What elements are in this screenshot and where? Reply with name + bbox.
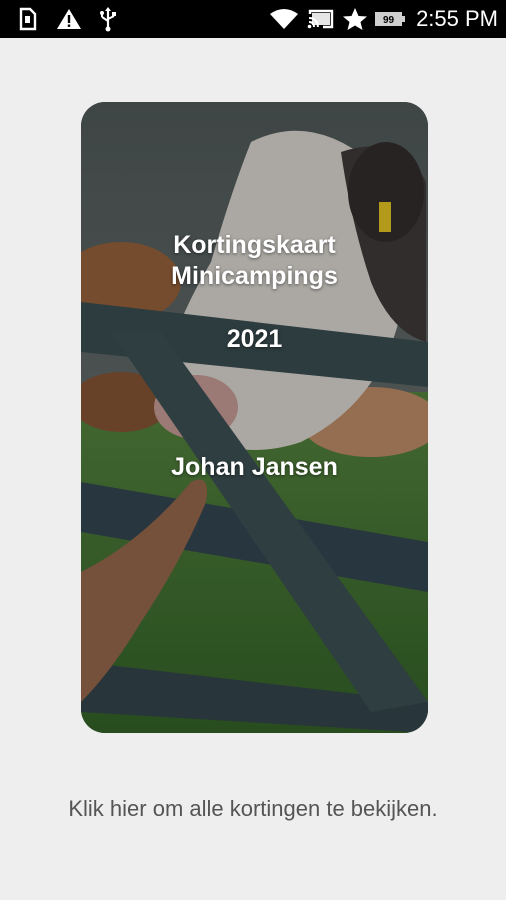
view-discounts-link[interactable]: Klik hier om alle kortingen te bekijken.: [0, 796, 506, 822]
warning-icon: [54, 0, 84, 38]
sim-card-icon: [14, 0, 40, 38]
svg-text:99: 99: [383, 15, 395, 26]
wifi-icon: [268, 0, 300, 38]
card-title-line-2: Minicampings: [171, 262, 338, 290]
card-holder-name: Johan Jansen: [171, 453, 338, 481]
card-title-line-1: Kortingskaart: [173, 231, 336, 259]
star-icon: [340, 0, 370, 38]
cast-icon: [306, 0, 336, 38]
usb-icon: [96, 0, 120, 38]
status-bar: 99 2:55 PM: [0, 0, 506, 38]
card-year: 2021: [226, 325, 283, 353]
card-background-image: [81, 102, 428, 733]
discount-card[interactable]: Kortingskaart Minicampings 2021 Johan Ja…: [81, 102, 428, 733]
battery-icon: 99: [374, 0, 406, 38]
status-time: 2:55 PM: [416, 6, 498, 31]
